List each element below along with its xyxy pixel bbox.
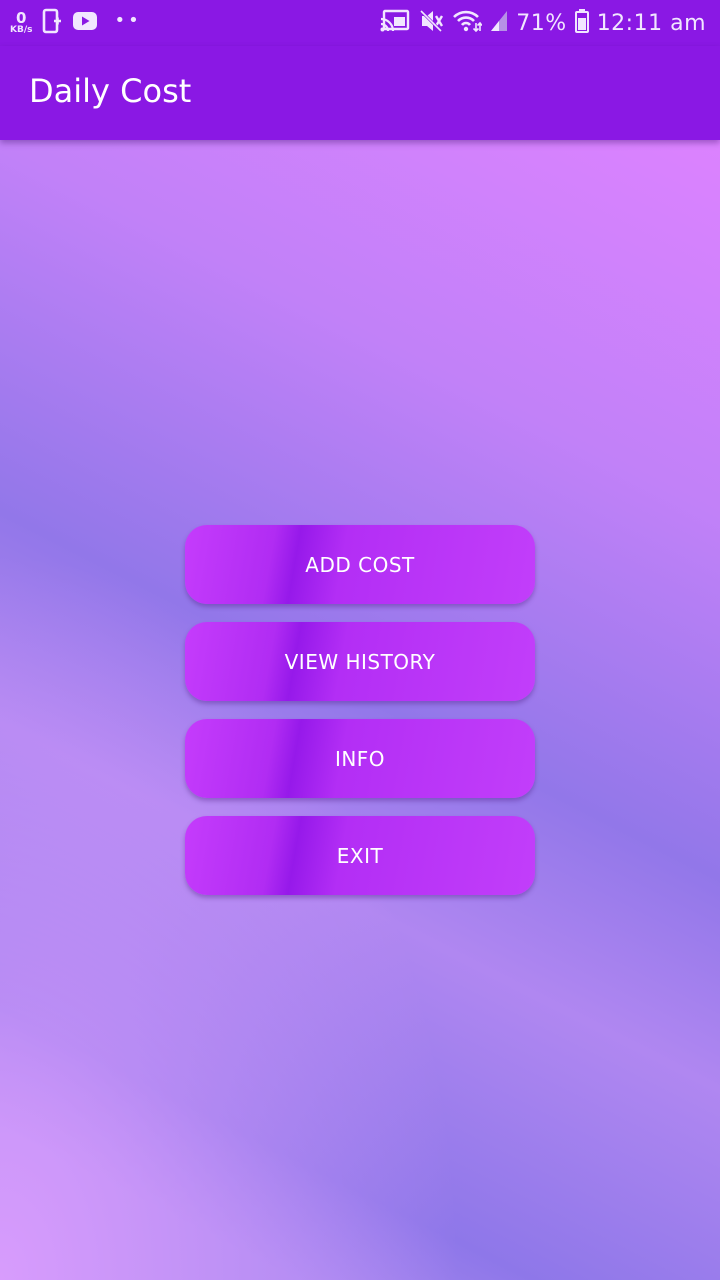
app-bar: Daily Cost — [0, 46, 720, 140]
background-gradient — [0, 140, 720, 1280]
add-cost-button[interactable]: ADD COST — [185, 525, 535, 604]
network-speed-unit: KB/s — [10, 25, 33, 35]
main-content: ADD COST VIEW HISTORY INFO EXIT — [0, 140, 720, 1280]
youtube-icon — [72, 11, 98, 35]
info-button[interactable]: INFO — [185, 719, 535, 798]
clock: 12:11 am — [596, 10, 706, 36]
cast-icon — [380, 9, 410, 37]
status-bar: 0 KB/s •• 71% 12:11 am — [0, 0, 720, 46]
app-title: Daily Cost — [29, 72, 192, 110]
network-speed-value: 0 — [16, 9, 27, 27]
status-bar-left: 0 KB/s •• — [10, 6, 142, 40]
status-bar-right: 71% 12:11 am — [380, 6, 706, 40]
vibrate-muted-icon — [418, 9, 444, 37]
signal-icon — [490, 10, 508, 36]
wifi-icon — [452, 9, 483, 37]
more-notifications-indicator: •• — [114, 9, 142, 31]
network-speed-indicator: 0 KB/s — [10, 11, 32, 35]
view-history-button[interactable]: VIEW HISTORY — [185, 622, 535, 701]
exit-button[interactable]: EXIT — [185, 816, 535, 895]
phone-sync-icon — [42, 8, 62, 38]
battery-percent: 71% — [516, 10, 567, 36]
battery-icon — [574, 9, 589, 37]
